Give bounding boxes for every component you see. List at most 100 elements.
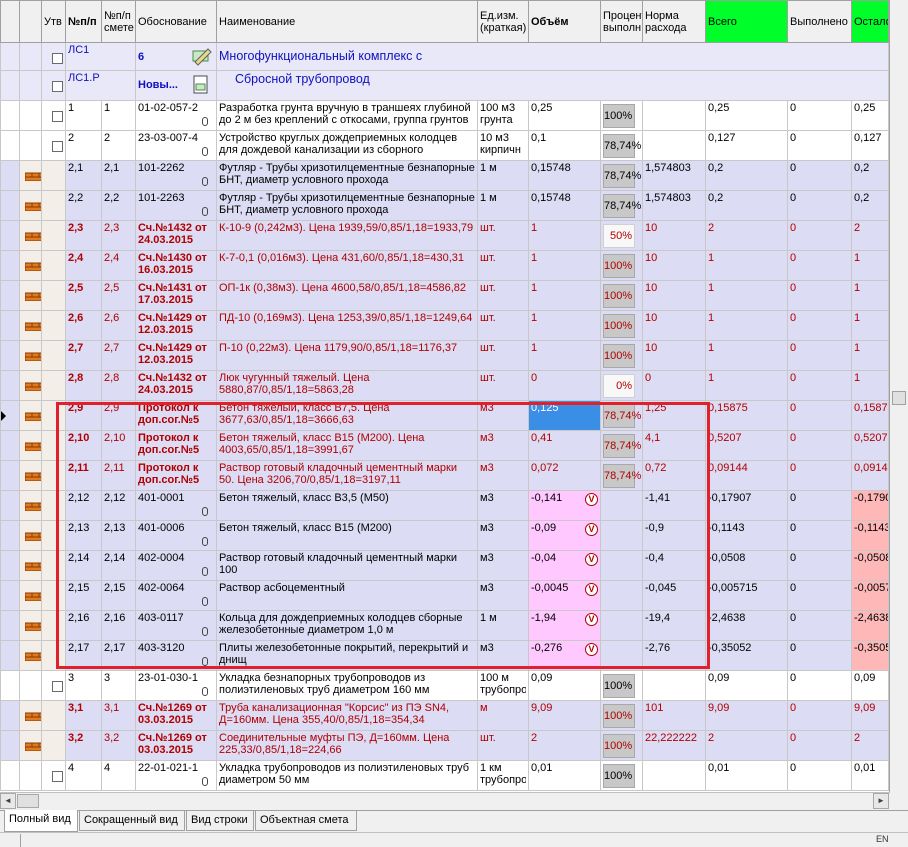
percent-cell[interactable]: 100% bbox=[600, 280, 643, 311]
table-row[interactable]: 2,15 2,15 402-0064 Раствор асбоцементный м3-… bbox=[0, 580, 889, 611]
volume-cell[interactable]: -0,09 V bbox=[528, 520, 601, 551]
scroll-right-button[interactable]: ► bbox=[873, 793, 889, 809]
table-row[interactable]: 2,5 2,5 Сч.№1431 от 17.03.2015 ОП-1к (0,38м… bbox=[0, 280, 889, 311]
volume-cell[interactable]: -0,04 V bbox=[528, 550, 601, 581]
percent-cell[interactable] bbox=[600, 640, 643, 671]
table-row[interactable]: 4 4 22-01-021-1 Укладка трубопроводов из по… bbox=[0, 760, 889, 791]
vertical-scroll-thumb[interactable] bbox=[892, 391, 906, 405]
row-indicator[interactable] bbox=[0, 760, 20, 791]
approve-cell[interactable] bbox=[41, 310, 66, 341]
table-row[interactable]: 3,1 3,1 Сч.№1269 от 03.03.2015 Труба канали… bbox=[0, 700, 889, 731]
table-row[interactable]: 3,2 3,2 Сч.№1269 от 03.03.2015 Соединительн… bbox=[0, 730, 889, 761]
percent-cell[interactable]: 100% bbox=[600, 730, 643, 761]
percent-cell[interactable]: 100% bbox=[600, 250, 643, 281]
row-indicator[interactable] bbox=[0, 130, 20, 161]
volume-cell[interactable]: 1 bbox=[528, 310, 601, 341]
volume-cell[interactable]: 0,125 bbox=[528, 400, 601, 431]
approve-cell[interactable] bbox=[41, 610, 66, 641]
table-row[interactable]: 2,9 2,9 Протокол к доп.сог.№5 Бетон тяжелый… bbox=[0, 400, 889, 431]
volume-cell[interactable]: 0,15748 bbox=[528, 190, 601, 221]
header-num[interactable]: №п/п bbox=[65, 0, 102, 43]
table-row[interactable]: 2 2 23-03-007-4 Устройство круглых дождепри… bbox=[0, 130, 889, 161]
header-percent[interactable]: Процент выполн bbox=[600, 0, 643, 43]
percent-cell[interactable]: 78,74% bbox=[600, 160, 643, 191]
table-row[interactable]: 2,12 2,12 401-0001 Бетон тяжелый, класс В3,… bbox=[0, 490, 889, 521]
approve-cell[interactable] bbox=[41, 100, 66, 131]
percent-cell[interactable]: 78,74% bbox=[600, 400, 643, 431]
percent-cell[interactable]: 78,74% bbox=[600, 430, 643, 461]
table-row[interactable]: 2,10 2,10 Протокол к доп.сог.№5 Бетон тяжел… bbox=[0, 430, 889, 461]
row-indicator[interactable] bbox=[0, 190, 20, 221]
approve-checkbox[interactable] bbox=[52, 771, 63, 782]
header-done[interactable]: Выполнено bbox=[787, 0, 852, 43]
volume-cell[interactable]: 1 bbox=[528, 250, 601, 281]
table-row[interactable]: 2,11 2,11 Протокол к доп.сог.№5 Раствор гот… bbox=[0, 460, 889, 491]
percent-cell[interactable] bbox=[600, 610, 643, 641]
table-row[interactable]: 2,1 2,1 101-2262 Футляр - Трубы хризотилцем… bbox=[0, 160, 889, 191]
percent-cell[interactable]: 50% bbox=[600, 220, 643, 251]
volume-cell[interactable]: 9,09 bbox=[528, 700, 601, 731]
estimate-grid[interactable]: Утв №п/п №п/п смете Обоснование Наименов… bbox=[0, 0, 890, 792]
volume-cell[interactable]: -0,276 V bbox=[528, 640, 601, 671]
percent-cell[interactable]: 100% bbox=[600, 310, 643, 341]
approve-checkbox[interactable] bbox=[52, 81, 63, 92]
approve-checkbox[interactable] bbox=[52, 53, 63, 64]
percent-cell[interactable]: 78,74% bbox=[600, 460, 643, 491]
table-row[interactable]: 2,4 2,4 Сч.№1430 от 16.03.2015 К-7-0,1 (0,0… bbox=[0, 250, 889, 281]
row-indicator[interactable] bbox=[0, 160, 20, 191]
volume-cell[interactable]: 1 bbox=[528, 280, 601, 311]
vertical-scrollbar[interactable] bbox=[890, 0, 908, 792]
percent-cell[interactable] bbox=[600, 580, 643, 611]
row-indicator[interactable] bbox=[0, 340, 20, 371]
row-indicator[interactable] bbox=[0, 670, 20, 701]
approve-cell[interactable] bbox=[41, 730, 66, 761]
volume-cell[interactable]: -0,141 V bbox=[528, 490, 601, 521]
percent-cell[interactable] bbox=[600, 490, 643, 521]
row-indicator[interactable] bbox=[0, 550, 20, 581]
row-indicator[interactable] bbox=[0, 430, 20, 461]
header-volume[interactable]: Объём bbox=[528, 0, 601, 43]
approve-cell[interactable] bbox=[41, 340, 66, 371]
approve-cell[interactable] bbox=[41, 760, 66, 791]
approve-cell[interactable] bbox=[41, 160, 66, 191]
row-indicator[interactable] bbox=[0, 490, 20, 521]
scroll-left-button[interactable]: ◄ bbox=[0, 793, 16, 809]
approve-checkbox[interactable] bbox=[52, 111, 63, 122]
row-indicator[interactable] bbox=[0, 280, 20, 311]
table-row[interactable]: 2,8 2,8 Сч.№1432 от 24.03.2015 Люк чугунный… bbox=[0, 370, 889, 401]
row-indicator[interactable] bbox=[0, 100, 20, 131]
approve-checkbox[interactable] bbox=[52, 141, 63, 152]
percent-cell[interactable]: 0% bbox=[600, 370, 643, 401]
table-row[interactable]: 2,17 2,17 403-3120 Плиты железобетонные пок… bbox=[0, 640, 889, 671]
row-indicator[interactable] bbox=[0, 220, 20, 251]
volume-cell[interactable]: 1 bbox=[528, 340, 601, 371]
row-indicator[interactable] bbox=[0, 310, 20, 341]
volume-cell[interactable]: 1 bbox=[528, 220, 601, 251]
approve-cell[interactable] bbox=[41, 130, 66, 161]
row-indicator[interactable] bbox=[0, 370, 20, 401]
tab-full-view[interactable]: Полный вид bbox=[4, 810, 78, 832]
volume-cell[interactable]: 0,41 bbox=[528, 430, 601, 461]
percent-cell[interactable] bbox=[600, 520, 643, 551]
percent-cell[interactable]: 100% bbox=[600, 100, 643, 131]
approve-cell[interactable] bbox=[41, 460, 66, 491]
row-indicator[interactable] bbox=[0, 400, 20, 431]
tab-object-estimate[interactable]: Объектная смета bbox=[255, 811, 357, 831]
approve-cell[interactable] bbox=[41, 550, 66, 581]
tab-short-view[interactable]: Сокращенный вид bbox=[79, 811, 185, 831]
row-indicator[interactable] bbox=[0, 730, 20, 761]
table-row[interactable]: 2,13 2,13 401-0006 Бетон тяжелый, класс В15… bbox=[0, 520, 889, 551]
table-row[interactable]: 2,16 2,16 403-0117 Кольца для дождеприемных… bbox=[0, 610, 889, 641]
percent-cell[interactable]: 100% bbox=[600, 340, 643, 371]
percent-cell[interactable]: 100% bbox=[600, 670, 643, 701]
approve-cell[interactable] bbox=[41, 580, 66, 611]
approve-cell[interactable] bbox=[41, 190, 66, 221]
volume-cell[interactable]: 0,09 bbox=[528, 670, 601, 701]
header-unit[interactable]: Ед.изм. (краткая) bbox=[477, 0, 529, 43]
approve-cell[interactable] bbox=[41, 490, 66, 521]
header-rest[interactable]: Осталось bbox=[851, 0, 889, 43]
tab-row-view[interactable]: Вид строки bbox=[186, 811, 254, 831]
horizontal-scroll-thumb[interactable] bbox=[17, 794, 39, 808]
section-row[interactable]: ЛС1 6 Многофункциональный комплекс с bbox=[0, 42, 889, 71]
header-utv[interactable]: Утв bbox=[41, 0, 66, 43]
